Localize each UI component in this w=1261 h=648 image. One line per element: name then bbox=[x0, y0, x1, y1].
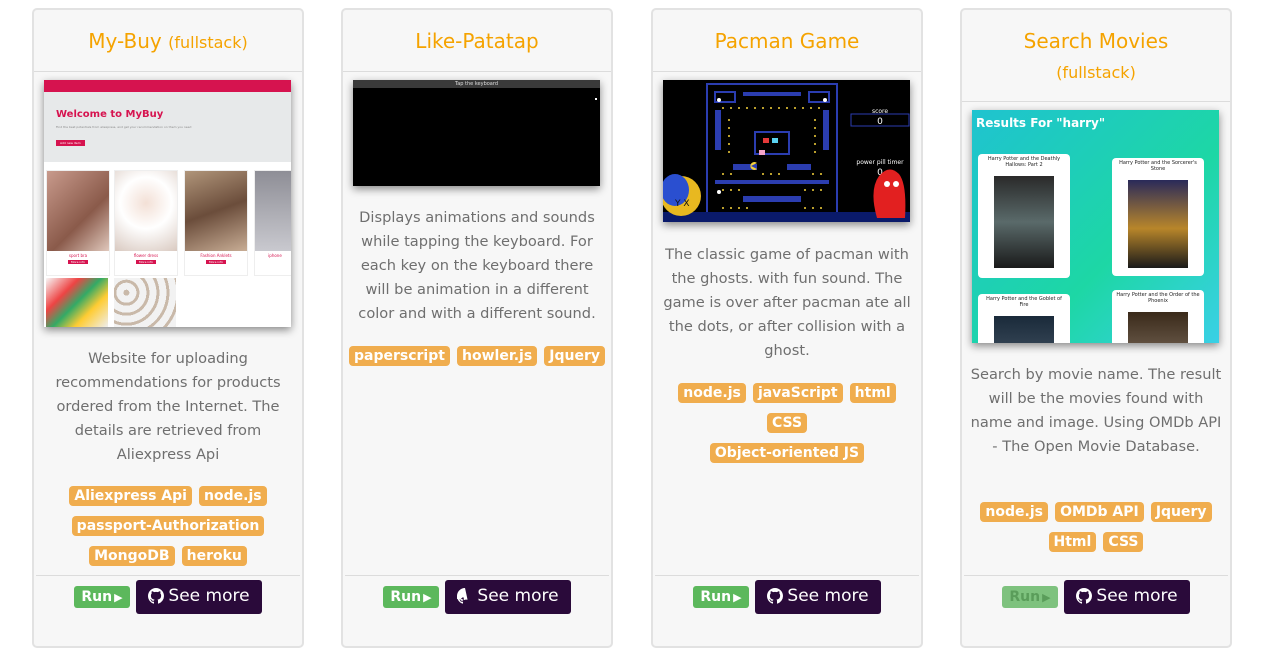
card-footer: Run ▶ See more bbox=[655, 575, 919, 614]
card-title: Search Movies bbox=[1023, 29, 1169, 53]
preview-product-name: sport bra bbox=[68, 253, 88, 258]
card-description: Displays animations and sounds while tap… bbox=[358, 209, 596, 322]
svg-text:Y X: Y X bbox=[674, 199, 690, 209]
run-label: Run bbox=[390, 589, 422, 605]
see-more-label: See more bbox=[787, 586, 869, 606]
card-footer: Run ▶ See more bbox=[36, 575, 300, 614]
tag: node.js bbox=[980, 502, 1048, 522]
see-more-label: See more bbox=[477, 586, 559, 606]
project-card-search-movies: Search Movies (fullstack) Results For "h… bbox=[960, 8, 1232, 648]
score-value: 0 bbox=[877, 117, 883, 127]
timer-label: power pill timer bbox=[856, 159, 904, 166]
preview-movie-title: Harry Potter and the Sorcerer's Stone bbox=[1119, 160, 1197, 172]
run-label: Run bbox=[81, 589, 113, 605]
card-subtitle: (fullstack) bbox=[1056, 63, 1136, 82]
preview-product-button: More info bbox=[206, 260, 226, 264]
github-icon bbox=[457, 588, 468, 604]
tag: MongoDB bbox=[89, 546, 175, 566]
see-more-label: See more bbox=[168, 586, 250, 606]
tag: howler.js bbox=[457, 346, 538, 366]
project-preview-image[interactable]: score 0 power pill timer 0 Y X bbox=[663, 80, 910, 222]
pacman-screenshot: score 0 power pill timer 0 Y X bbox=[663, 80, 910, 222]
github-icon bbox=[1076, 588, 1093, 604]
run-button[interactable]: Run ▶ bbox=[693, 586, 749, 608]
preview-product-button: More info bbox=[136, 260, 156, 264]
run-button[interactable]: Run ▶ bbox=[383, 586, 439, 608]
tag: html bbox=[849, 383, 896, 403]
project-preview-image[interactable]: Welcome to MyBuy Find the best potential… bbox=[44, 80, 291, 327]
play-icon: ▶ bbox=[1042, 591, 1051, 604]
tag: Html bbox=[1048, 532, 1097, 552]
tag: Jquery bbox=[544, 346, 606, 366]
tag: Object-oriented JS bbox=[709, 443, 865, 463]
tag: CSS bbox=[766, 413, 808, 433]
preview-product-name: Fashion Anklets bbox=[200, 253, 232, 258]
run-label: Run bbox=[700, 589, 732, 605]
tag: passport-Authorization bbox=[71, 516, 265, 536]
card-description: Website for uploading recommendations fo… bbox=[55, 350, 281, 463]
preview-product-name: iphone bbox=[268, 253, 282, 258]
preview-movie-title: Harry Potter and the Order of the Phoeni… bbox=[1116, 292, 1200, 304]
see-more-button[interactable]: See more bbox=[1064, 580, 1190, 614]
card-header: Pacman Game bbox=[653, 10, 921, 72]
card-title: Like-Patatap bbox=[415, 29, 539, 53]
preview-heading: Results For "harry" bbox=[976, 116, 1106, 130]
tag: OMDb API bbox=[1055, 502, 1144, 522]
play-icon: ▶ bbox=[733, 591, 742, 604]
play-icon: ▶ bbox=[114, 591, 123, 604]
tag: paperscript bbox=[348, 346, 450, 366]
card-subtitle: (fullstack) bbox=[168, 33, 248, 52]
project-preview-image[interactable]: Tap the keyboard bbox=[353, 80, 600, 186]
tag: javaScript bbox=[752, 383, 843, 403]
run-button[interactable]: Run ▶ bbox=[1002, 586, 1058, 608]
card-header: Search Movies (fullstack) bbox=[962, 10, 1230, 102]
card-footer: Run ▶ See more bbox=[964, 575, 1228, 614]
tag: node.js bbox=[199, 486, 267, 506]
card-header: Like-Patatap bbox=[343, 10, 611, 72]
run-button[interactable]: Run ▶ bbox=[74, 586, 130, 608]
github-icon bbox=[767, 588, 784, 604]
preview-product-name: flower dress bbox=[133, 253, 159, 258]
github-icon bbox=[148, 588, 165, 604]
preview-bar-text: Tap the keyboard bbox=[353, 80, 600, 88]
see-more-button[interactable]: See more bbox=[445, 580, 571, 614]
project-preview-image[interactable]: Results For "harry" Harry Potter and the… bbox=[972, 110, 1219, 343]
preview-movie-title: Harry Potter and the Goblet of Fire bbox=[986, 296, 1062, 308]
tag-list: Aliexpress Api node.js passport-Authoriz… bbox=[38, 480, 298, 570]
tag-list: node.js javaScript html CSS Object-orien… bbox=[657, 377, 917, 467]
card-description: The classic game of pacman with the ghos… bbox=[663, 246, 911, 359]
tag: CSS bbox=[1103, 532, 1144, 552]
tag: Jquery bbox=[1150, 502, 1212, 522]
run-label: Run bbox=[1009, 589, 1041, 605]
card-title: My-Buy bbox=[88, 29, 162, 53]
card-description: Search by movie name. The result will be… bbox=[970, 366, 1222, 455]
project-card-pacman: Pacman Game score 0 power pill timer 0 Y… bbox=[651, 8, 923, 648]
project-card-mybuy: My-Buy (fullstack) Welcome to MyBuy Find… bbox=[32, 8, 304, 648]
preview-cta: Add new item bbox=[56, 140, 85, 146]
card-header: My-Buy (fullstack) bbox=[34, 10, 302, 72]
tag: node.js bbox=[678, 383, 746, 403]
card-title: Pacman Game bbox=[714, 29, 860, 53]
preview-product-button: More info bbox=[68, 260, 88, 264]
play-icon: ▶ bbox=[423, 591, 432, 604]
tag-list: node.js OMDb API Jquery Html CSS bbox=[966, 496, 1226, 556]
preview-tagline: Find the best potentials from aliexpress… bbox=[56, 125, 192, 129]
preview-heading: Welcome to MyBuy bbox=[56, 109, 164, 120]
project-card-patatap: Like-Patatap Tap the keyboard Displays a… bbox=[341, 8, 613, 648]
tag-list: paperscript howler.js Jquery bbox=[347, 340, 607, 370]
card-footer: Run ▶ See more bbox=[345, 575, 609, 614]
see-more-button[interactable]: See more bbox=[136, 580, 262, 614]
preview-movie-title: Harry Potter and the Deathly Hallows: Pa… bbox=[987, 156, 1061, 168]
tag: heroku bbox=[181, 546, 247, 566]
tag: Aliexpress Api bbox=[69, 486, 192, 506]
see-more-button[interactable]: See more bbox=[755, 580, 881, 614]
see-more-label: See more bbox=[1096, 586, 1178, 606]
